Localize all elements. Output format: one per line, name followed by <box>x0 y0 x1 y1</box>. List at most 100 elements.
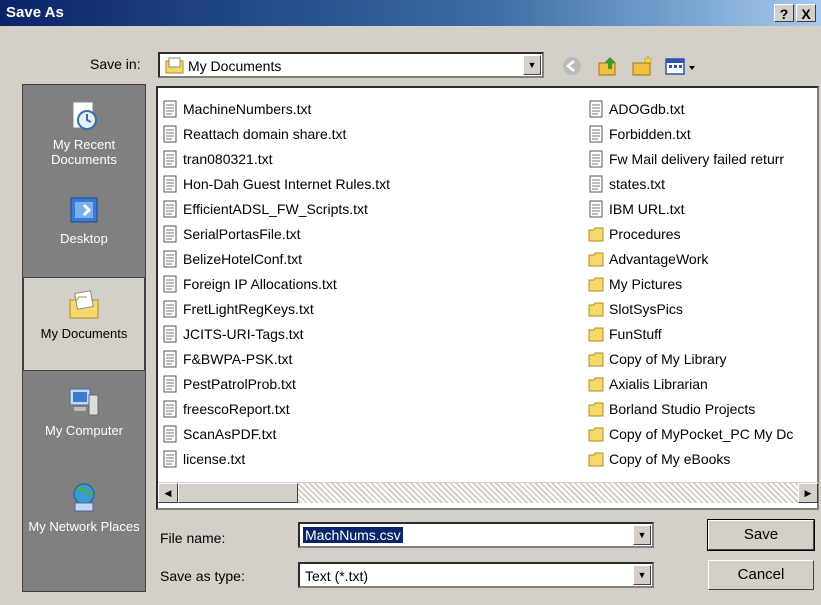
folder-icon <box>588 452 604 466</box>
list-item-name: ADOGdb.txt <box>609 100 685 117</box>
list-item[interactable]: FunStuff <box>588 321 793 346</box>
text-file-icon <box>589 200 603 217</box>
scroll-right-arrow-icon[interactable]: ▶ <box>798 483 818 503</box>
save-as-type-select[interactable]: Text (*.txt) ▼ <box>298 562 654 588</box>
list-item[interactable]: BelizeHotelConf.txt <box>162 246 390 271</box>
place-label: My Computer <box>44 423 124 438</box>
list-item-name: Copy of My eBooks <box>609 450 731 467</box>
list-item[interactable]: Reattach domain share.txt <box>162 121 390 146</box>
title-bar: Save As ? X <box>0 0 821 26</box>
list-item[interactable]: Hon-Dah Guest Internet Rules.txt <box>162 171 390 196</box>
horizontal-scrollbar[interactable]: ◀ ▶ <box>158 482 818 503</box>
place-my-recent-documents[interactable]: My Recent Documents <box>23 89 145 183</box>
recent-documents-icon <box>72 101 97 130</box>
place-label: My Network Places <box>28 519 140 534</box>
list-item-name: MachineNumbers.txt <box>183 100 312 117</box>
file-name-label: File name: <box>160 530 226 546</box>
folder-icon <box>588 352 604 366</box>
help-button[interactable]: ? <box>774 4 794 22</box>
new-folder-icon[interactable] <box>630 54 654 78</box>
list-item[interactable]: Copy of My eBooks <box>588 446 793 471</box>
list-item[interactable]: freescoReport.txt <box>162 396 390 421</box>
text-file-icon <box>163 250 177 267</box>
list-item[interactable]: My Pictures <box>588 271 793 296</box>
list-item[interactable]: ADOGdb.txt <box>588 96 793 121</box>
text-file-icon <box>163 225 177 242</box>
list-item[interactable]: AdvantageWork <box>588 246 793 271</box>
text-file-icon <box>163 150 177 167</box>
file-list[interactable]: MachineNumbers.txt Reattach domain share.… <box>156 86 819 510</box>
save-as-type-dropdown-arrow[interactable]: ▼ <box>633 565 651 585</box>
list-item[interactable]: Axialis Librarian <box>588 371 793 396</box>
save-in-value: My Documents <box>188 58 282 74</box>
list-item-name: Hon-Dah Guest Internet Rules.txt <box>183 175 390 192</box>
text-file-icon <box>163 100 177 117</box>
place-my-computer[interactable]: My Computer <box>23 375 145 469</box>
network-places-icon <box>73 483 95 512</box>
file-name-input[interactable]: MachNums.csv ▼ <box>298 522 654 548</box>
list-item-name: FunStuff <box>609 325 662 342</box>
text-file-icon <box>589 175 603 192</box>
list-item-name: Forbidden.txt <box>609 125 691 142</box>
save-button[interactable]: Save <box>707 519 815 551</box>
text-file-icon <box>163 450 177 467</box>
list-item[interactable]: Forbidden.txt <box>588 121 793 146</box>
list-item[interactable]: SlotSysPics <box>588 296 793 321</box>
list-item[interactable]: Copy of MyPocket_PC My Dc <box>588 421 793 446</box>
place-my-documents[interactable]: My Documents <box>23 277 145 371</box>
list-item[interactable]: Fw Mail delivery failed returr <box>588 146 793 171</box>
list-item[interactable]: JCITS-URI-Tags.txt <box>162 321 390 346</box>
text-file-icon <box>589 125 603 142</box>
text-file-icon <box>163 125 177 142</box>
file-column-1: MachineNumbers.txt Reattach domain share.… <box>162 96 390 471</box>
text-file-icon <box>163 275 177 292</box>
folder-icon <box>588 302 604 316</box>
folder-icon <box>588 377 604 391</box>
place-label: Desktop <box>60 231 108 246</box>
save-in-dropdown-arrow[interactable]: ▼ <box>523 55 541 75</box>
list-item[interactable]: Borland Studio Projects <box>588 396 793 421</box>
views-menu-icon[interactable] <box>664 54 698 78</box>
list-item[interactable]: PestPatrolProb.txt <box>162 371 390 396</box>
list-item-name: states.txt <box>609 175 666 192</box>
list-item[interactable]: SerialPortasFile.txt <box>162 221 390 246</box>
close-button[interactable]: X <box>796 4 816 22</box>
back-icon[interactable] <box>560 54 584 78</box>
list-item-name: PestPatrolProb.txt <box>183 375 296 392</box>
list-item[interactable]: license.txt <box>162 446 390 471</box>
list-item-name: Copy of My Library <box>609 350 727 367</box>
list-item-name: Foreign IP Allocations.txt <box>183 275 337 292</box>
list-item[interactable]: states.txt <box>588 171 793 196</box>
place-desktop[interactable]: Desktop <box>23 183 145 277</box>
place-label: My Recent Documents <box>51 137 117 167</box>
save-in-dropdown[interactable]: My Documents ▼ <box>158 52 544 78</box>
scroll-thumb[interactable] <box>178 483 298 503</box>
places-bar: My Recent Documents Desktop My Documents… <box>22 84 146 592</box>
place-my-network-places[interactable]: My Network Places <box>23 471 145 565</box>
list-item[interactable]: F&BWPA-PSK.txt <box>162 346 390 371</box>
folder-icon <box>588 277 604 291</box>
list-item[interactable]: MachineNumbers.txt <box>162 96 390 121</box>
text-file-icon <box>589 150 603 167</box>
list-item-name: SerialPortasFile.txt <box>183 225 301 242</box>
list-item[interactable]: Procedures <box>588 221 793 246</box>
list-item[interactable]: Copy of My Library <box>588 346 793 371</box>
list-item-name: Borland Studio Projects <box>609 400 756 417</box>
list-item[interactable]: IBM URL.txt <box>588 196 793 221</box>
list-item[interactable]: Foreign IP Allocations.txt <box>162 271 390 296</box>
text-file-icon <box>163 425 177 442</box>
file-name-dropdown-arrow[interactable]: ▼ <box>633 525 651 545</box>
list-item-name: AdvantageWork <box>609 250 709 267</box>
list-item-name: Fw Mail delivery failed returr <box>609 150 785 167</box>
list-item[interactable]: tran080321.txt <box>162 146 390 171</box>
up-folder-icon[interactable] <box>596 54 620 78</box>
folder-icon <box>588 427 604 441</box>
cancel-button[interactable]: Cancel <box>708 560 814 590</box>
list-item[interactable]: FretLightRegKeys.txt <box>162 296 390 321</box>
list-item[interactable]: ScanAsPDF.txt <box>162 421 390 446</box>
list-item-name: freescoReport.txt <box>183 400 290 417</box>
text-file-icon <box>163 325 177 342</box>
folder-icon <box>588 252 604 266</box>
scroll-left-arrow-icon[interactable]: ◀ <box>158 483 178 503</box>
list-item[interactable]: EfficientADSL_FW_Scripts.txt <box>162 196 390 221</box>
